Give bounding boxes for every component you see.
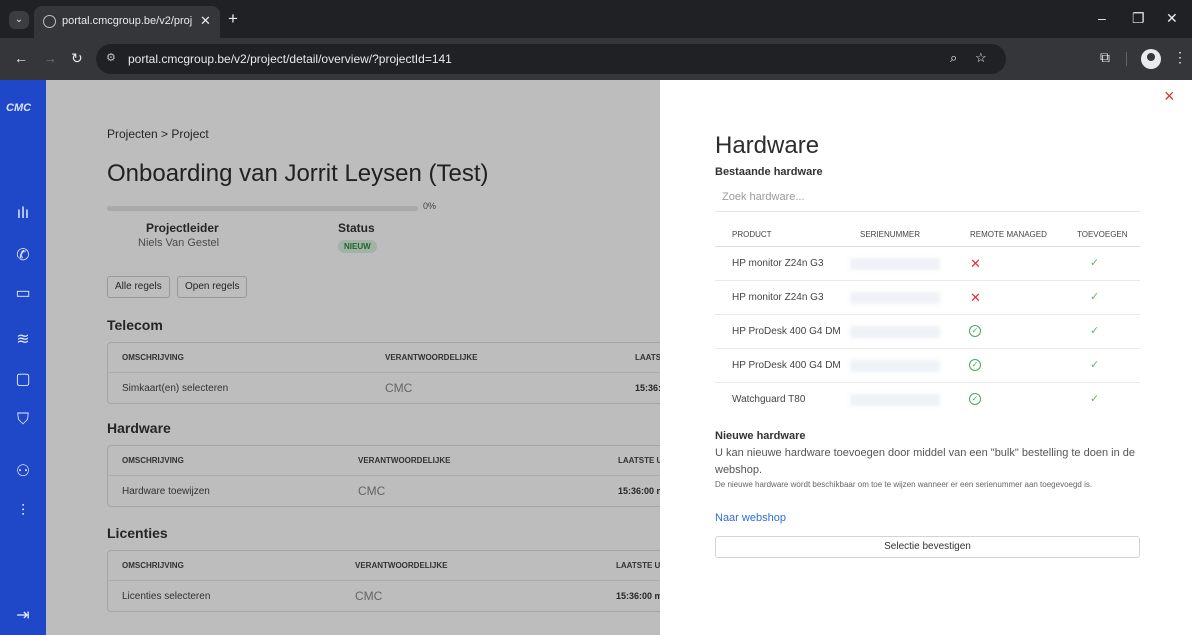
managed-check-circle-icon: ✓ <box>969 325 981 337</box>
row-divider <box>715 382 1140 383</box>
product-name: HP monitor Z24n G3 <box>732 292 824 303</box>
row-divider <box>715 348 1140 349</box>
profile-avatar[interactable] <box>1141 49 1161 69</box>
column-header-add: TOEVOEGEN <box>1077 230 1128 239</box>
chat-icon[interactable]: ▢ <box>9 368 37 392</box>
add-check-icon[interactable]: ✓ <box>1090 256 1099 269</box>
new-tab-icon[interactable]: + <box>228 9 238 29</box>
existing-hardware-label: Bestaande hardware <box>715 166 823 178</box>
sidebar: CMC ılı ✆ ▭ ≋ ▢ ⛉ ⚇ ⫶ ⇥ <box>0 80 46 635</box>
search-underline <box>715 211 1140 212</box>
phone-icon[interactable]: ✆ <box>9 244 37 268</box>
minimize-icon[interactable]: – <box>1098 10 1106 26</box>
table-header-divider <box>715 246 1140 247</box>
restore-icon[interactable]: ❐ <box>1132 10 1145 27</box>
serial-number-redacted <box>850 326 940 338</box>
serial-number-redacted <box>850 394 940 406</box>
extensions-icon[interactable]: ⧉ <box>1100 49 1110 66</box>
zoom-icon[interactable]: ⌕ <box>950 50 957 66</box>
product-name: HP ProDesk 400 G4 DM <box>732 326 841 337</box>
product-name: HP monitor Z24n G3 <box>732 258 824 269</box>
url-text: portal.cmcgroup.be/v2/project/detail/ove… <box>128 52 452 66</box>
tab-search-icon[interactable]: ⌄ <box>9 11 29 29</box>
tab-close-icon[interactable]: ✕ <box>200 13 211 29</box>
add-check-icon[interactable]: ✓ <box>1090 290 1099 303</box>
logout-icon[interactable]: ⇥ <box>9 604 37 628</box>
close-icon[interactable]: × <box>1164 86 1175 107</box>
row-divider <box>715 280 1140 281</box>
chart-icon[interactable]: ılı <box>9 202 37 226</box>
browser-tab[interactable]: portal.cmcgroup.be/v2/project/ ✕ <box>34 6 220 38</box>
panel-title: Hardware <box>715 132 820 159</box>
cart-icon[interactable]: ⛉ <box>9 408 37 432</box>
not-managed-x-icon: ✕ <box>970 290 981 305</box>
serial-number-redacted <box>850 292 940 304</box>
tab-title: portal.cmcgroup.be/v2/project/ <box>62 15 192 27</box>
serial-number-redacted <box>850 258 940 270</box>
new-hardware-note: De nieuwe hardware wordt beschikbaar om … <box>715 480 1093 489</box>
serial-number-redacted <box>850 360 940 372</box>
column-header-remote-managed: REMOTE MANAGED <box>970 230 1047 239</box>
back-icon[interactable]: ← <box>14 50 28 66</box>
users-icon[interactable]: ⚇ <box>9 460 37 484</box>
hardware-search-input[interactable] <box>722 186 1022 208</box>
row-divider <box>715 314 1140 315</box>
confirm-selection-button[interactable]: Selectie bevestigen <box>715 536 1140 558</box>
product-name: HP ProDesk 400 G4 DM <box>732 360 841 371</box>
cmc-logo[interactable]: CMC <box>6 102 31 114</box>
new-hardware-title: Nieuwe hardware <box>715 430 806 442</box>
managed-check-circle-icon: ✓ <box>969 359 981 371</box>
webshop-link[interactable]: Naar webshop <box>715 512 786 524</box>
toolbar-divider <box>1126 52 1127 66</box>
not-managed-x-icon: ✕ <box>970 256 981 271</box>
globe-icon <box>43 15 56 28</box>
app: CMC ılı ✆ ▭ ≋ ▢ ⛉ ⚇ ⫶ ⇥ Projecten > Proj… <box>0 80 1192 635</box>
sliders-icon[interactable]: ⫶ <box>9 500 37 524</box>
hardware-panel: × Hardware Bestaande hardware PRODUCT SE… <box>660 80 1192 635</box>
bookmark-star-icon[interactable]: ☆ <box>975 50 987 66</box>
layers-icon[interactable]: ≋ <box>9 328 37 352</box>
new-hardware-text: U kan nieuwe hardware toevoegen door mid… <box>715 447 1135 476</box>
reload-icon[interactable]: ↻ <box>71 50 83 67</box>
modal-backdrop[interactable] <box>46 80 660 635</box>
column-header-serial: SERIENUMMER <box>860 230 921 239</box>
site-settings-icon[interactable]: ⚙ <box>106 51 121 66</box>
add-check-icon[interactable]: ✓ <box>1090 324 1099 337</box>
window-close-icon[interactable]: ✕ <box>1166 10 1178 27</box>
browser-toolbar: ← → ↻ ⚙ portal.cmcgroup.be/v2/project/de… <box>0 38 1192 80</box>
managed-check-circle-icon: ✓ <box>969 393 981 405</box>
add-check-icon[interactable]: ✓ <box>1090 392 1099 405</box>
product-name: Watchguard T80 <box>732 394 806 405</box>
address-bar[interactable]: ⚙ portal.cmcgroup.be/v2/project/detail/o… <box>96 44 1006 74</box>
browser-menu-icon[interactable]: ⋮ <box>1173 49 1187 66</box>
column-header-product: PRODUCT <box>732 230 772 239</box>
add-check-icon[interactable]: ✓ <box>1090 358 1099 371</box>
forward-icon[interactable]: → <box>43 50 57 66</box>
monitor-icon[interactable]: ▭ <box>9 282 37 306</box>
browser-tab-bar: ⌄ portal.cmcgroup.be/v2/project/ ✕ + – ❐… <box>0 0 1192 38</box>
